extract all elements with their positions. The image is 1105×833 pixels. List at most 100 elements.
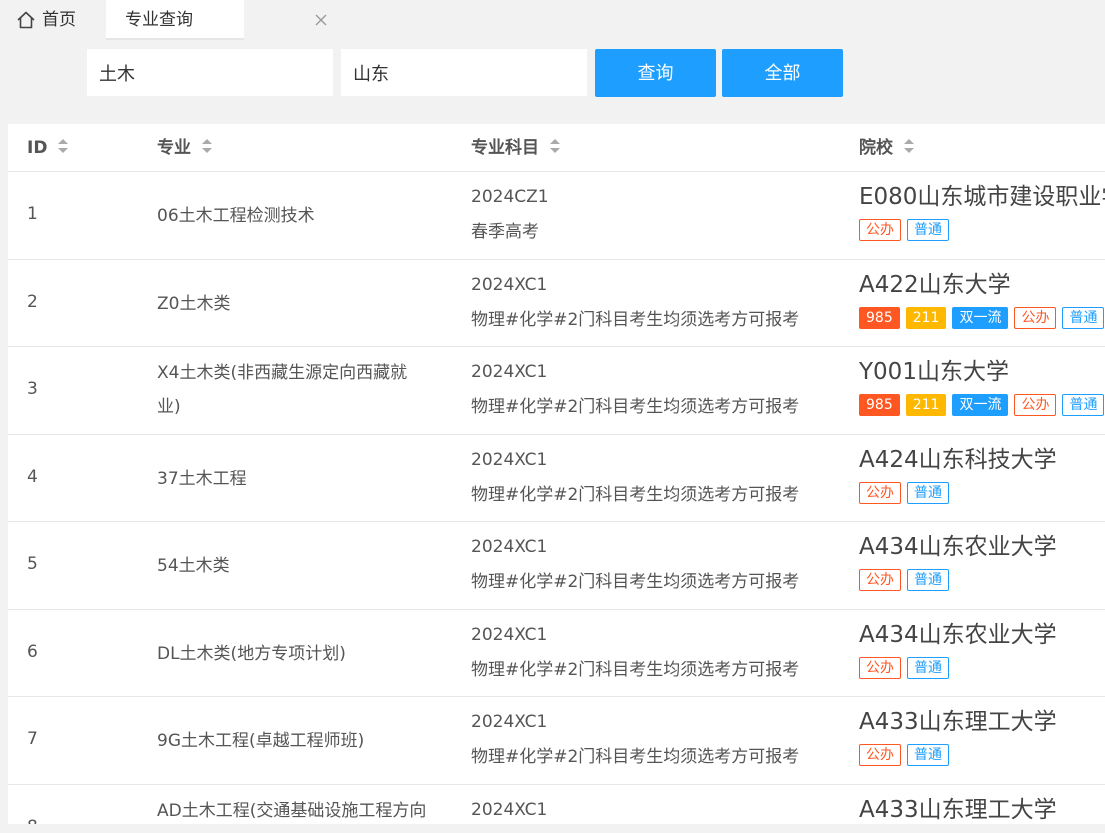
cell-subject: 2024CZ1 春季高考 <box>471 180 549 250</box>
sort-icon[interactable] <box>549 137 561 155</box>
subject-requirement: 物理#化学#2门科目考生均须选考方可报考 <box>471 485 800 505</box>
school-tag: 985 <box>859 394 900 416</box>
school-name[interactable]: A424山东科技大学 <box>859 445 1057 475</box>
major-search-input[interactable] <box>87 49 333 96</box>
school-name[interactable]: A422山东大学 <box>859 270 1105 300</box>
header-subject[interactable]: 专业科目 <box>471 124 561 172</box>
table-row[interactable]: 3 X4土木类(非西藏生源定向西藏就业) 2024XC1 物理#化学#2门科目考生均须… <box>8 347 1105 435</box>
subject-requirement: 物理#化学#2门科目考生均须选考方可报考 <box>471 572 800 592</box>
school-tags: 公办 普通 <box>859 569 1057 591</box>
subject-requirement: 物理#化学#2门科目考生均须选考方可报考 <box>471 660 800 680</box>
school-tag: 公办 <box>1014 394 1057 416</box>
school-name[interactable]: E080山东城市建设职业学院 <box>859 182 1105 212</box>
school-tags: 公办 普通 <box>859 744 1057 766</box>
cell-id: 2 <box>27 291 38 312</box>
tab-bar: 首页 专业查询 <box>0 0 1105 40</box>
subject-code: 2024XC1 <box>471 450 548 470</box>
school-tag: 普通 <box>1062 307 1105 329</box>
school-name[interactable]: A433山东理工大学 <box>859 707 1057 737</box>
school-tag: 公办 <box>859 482 901 504</box>
cell-id: 3 <box>27 379 38 399</box>
query-button[interactable]: 查询 <box>595 49 716 97</box>
tab-home-label: 首页 <box>42 10 76 30</box>
subject-code: 2024XC1 <box>471 275 548 295</box>
school-tag: 普通 <box>907 569 949 591</box>
school-tag: 普通 <box>1062 394 1105 416</box>
school-tag: 普通 <box>907 482 949 504</box>
header-id-label: ID <box>27 138 48 158</box>
cell-major: 54土木类 <box>157 556 230 576</box>
header-school-label: 院校 <box>859 138 893 158</box>
sort-icon[interactable] <box>57 137 69 155</box>
region-search-input[interactable] <box>341 49 587 96</box>
school-name[interactable]: Y001山东大学 <box>859 357 1105 387</box>
school-tags: 985 211 双一流 公办 普通 <box>859 307 1105 329</box>
table-row[interactable]: 6 DL土木类(地方专项计划) 2024XC1 物理#化学#2门科目考生均须选考方可报… <box>8 610 1105 697</box>
school-tag: 普通 <box>907 744 949 766</box>
cell-school: A434山东农业大学公办 普通 <box>859 532 1057 591</box>
school-tags: 公办 普通 <box>859 657 1057 679</box>
cell-school: A424山东科技大学公办 普通 <box>859 445 1057 504</box>
cell-id: 1 <box>27 204 38 224</box>
tab-home[interactable]: 首页 <box>0 0 106 40</box>
subject-code: 2024XC1 <box>471 800 548 820</box>
school-name[interactable]: A434山东农业大学 <box>859 532 1057 562</box>
school-tag: 211 <box>905 394 947 416</box>
tab-major-query[interactable]: 专业查询 <box>106 0 327 40</box>
subject-code: 2024XC1 <box>471 537 548 557</box>
school-tag: 双一流 <box>952 394 1009 416</box>
header-subject-label: 专业科目 <box>471 138 539 158</box>
close-icon[interactable] <box>314 13 328 27</box>
subject-requirement: 物理#化学#2门科目考生均须选考方可报考 <box>471 747 800 767</box>
table-row[interactable]: 2 Z0土木类 2024XC1 物理#化学#2门科目考生均须选考方可报考 A422山东大… <box>8 260 1105 347</box>
all-button[interactable]: 全部 <box>722 49 843 97</box>
sort-icon[interactable] <box>903 137 915 155</box>
school-tag: 双一流 <box>952 307 1009 329</box>
cell-school: A422山东大学 985 211 双一流 公办 普通 <box>859 270 1105 329</box>
cell-id: 8 <box>27 817 38 824</box>
school-tag: 公办 <box>1014 307 1057 329</box>
table-row[interactable]: 1 06土木工程检测技术 2024CZ1 春季高考 E080山东城市建设职业学院公办普通 <box>8 172 1105 260</box>
school-name[interactable]: A433山东理工大学 <box>859 795 1057 824</box>
table-row[interactable]: 8 AD土木工程(交通基础设施工程方向 2024XC1 A433山东理工大学 <box>8 785 1105 824</box>
cell-subject: 2024XC1 <box>471 793 547 824</box>
cell-subject: 2024XC1 物理#化学#2门科目考生均须选考方可报考 <box>471 705 799 775</box>
cell-subject: 2024XC1 物理#化学#2门科目考生均须选考方可报考 <box>471 443 799 513</box>
table-header: ID 专业 专业科目 院校 <box>8 124 1105 172</box>
subject-code: 2024XC1 <box>471 625 548 645</box>
cell-major: 06土木工程检测技术 <box>157 206 315 226</box>
subject-requirement: 物理#化学#2门科目考生均须选考方可报考 <box>471 397 800 417</box>
school-tag: 公办 <box>859 219 901 241</box>
cell-id: 7 <box>27 729 38 749</box>
sort-icon[interactable] <box>201 137 213 155</box>
table-row[interactable]: 4 37土木工程 2024XC1 物理#化学#2门科目考生均须选考方可报考 A424山东… <box>8 435 1105 522</box>
subject-code: 2024XC1 <box>471 712 548 732</box>
cell-subject: 2024XC1 物理#化学#2门科目考生均须选考方可报考 <box>471 268 799 338</box>
cell-id: 4 <box>27 466 38 487</box>
cell-school: A433山东理工大学公办 普通 <box>859 707 1057 766</box>
table-row[interactable]: 7 9G土木工程(卓越工程师班) 2024XC1 物理#化学#2门科目考生均须选考方可… <box>8 697 1105 785</box>
cell-school: A434山东农业大学公办 普通 <box>859 620 1057 679</box>
school-tags: 985 211 双一流 公办 普通 <box>859 394 1105 416</box>
cell-subject: 2024XC1 物理#化学#2门科目考生均须选考方可报考 <box>471 530 799 600</box>
cell-subject: 2024XC1 物理#化学#2门科目考生均须选考方可报考 <box>471 618 799 688</box>
header-major[interactable]: 专业 <box>157 124 213 172</box>
school-name[interactable]: A434山东农业大学 <box>859 620 1057 650</box>
cell-id: 6 <box>27 641 38 662</box>
school-tag: 公办 <box>859 657 901 679</box>
header-id[interactable]: ID <box>27 124 69 172</box>
school-tag: 985 <box>859 307 900 329</box>
table-row[interactable]: 5 54土木类 2024XC1 物理#化学#2门科目考生均须选考方可报考 A434山东农… <box>8 522 1105 610</box>
school-tag: 211 <box>905 307 947 329</box>
cell-major: DL土木类(地方专项计划) <box>157 643 346 664</box>
school-tag: 公办 <box>859 744 901 766</box>
cell-major: Z0土木类 <box>157 293 231 314</box>
school-tags: 公办 普通 <box>859 482 1057 504</box>
school-tags: 公办 普通 <box>859 219 1105 241</box>
tab-major-query-label: 专业查询 <box>125 10 193 30</box>
cell-school: A433山东理工大学 <box>859 795 1057 824</box>
cell-school: E080山东城市建设职业学院公办普通 <box>859 182 1105 241</box>
school-tag: 普通 <box>907 219 949 241</box>
cell-major: X4土木类(非西藏生源定向西藏就业) <box>157 363 408 417</box>
header-school[interactable]: 院校 <box>859 124 915 172</box>
